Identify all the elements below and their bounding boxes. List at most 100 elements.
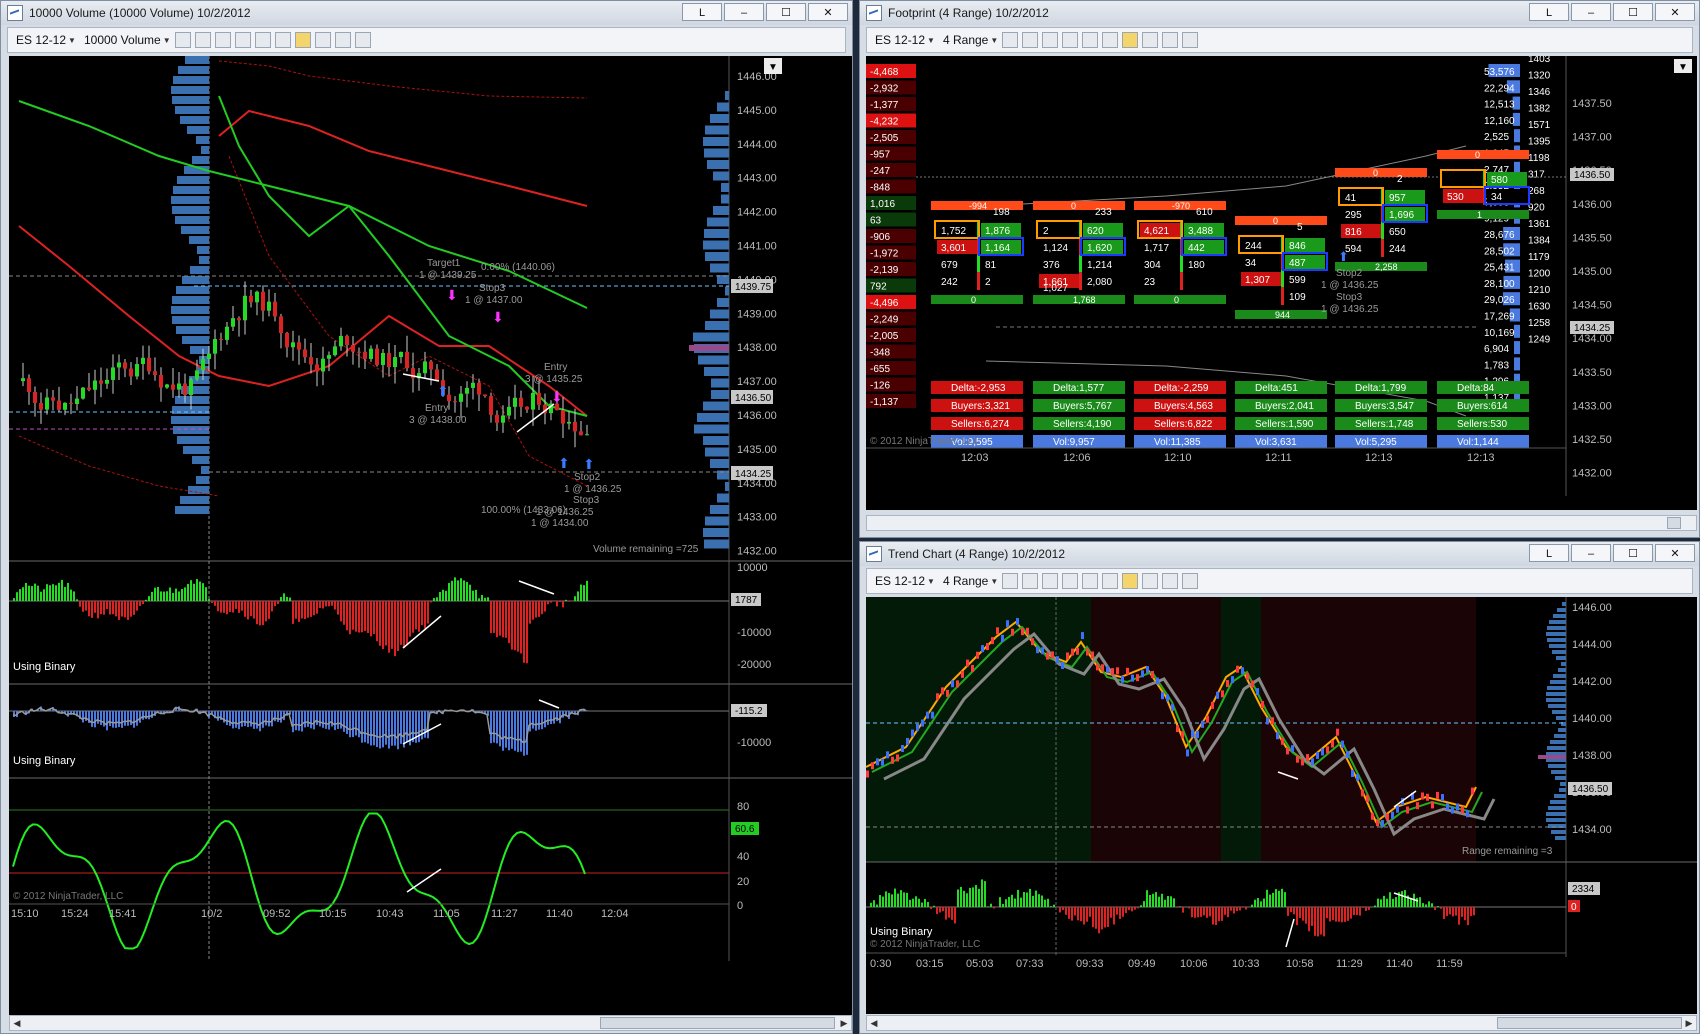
minimize-button[interactable]: – xyxy=(724,3,764,21)
volume-profile-bar xyxy=(182,276,209,284)
indicators-icon[interactable] xyxy=(1122,32,1139,48)
candle-body xyxy=(153,371,157,375)
bar-type-icon[interactable] xyxy=(174,32,191,48)
zoom-out-icon[interactable] xyxy=(234,32,251,48)
bar-type-icon[interactable] xyxy=(1002,573,1019,589)
maximize-button[interactable]: ☐ xyxy=(766,3,806,21)
time-tick-label: 10:43 xyxy=(376,908,404,920)
volume-profile-bar xyxy=(188,486,209,494)
horizontal-scrollbar[interactable]: ◀ ▶ xyxy=(9,1015,852,1031)
properties-icon[interactable] xyxy=(1182,32,1199,48)
histogram-bar xyxy=(1023,892,1025,907)
indicator-tick-label: 10000 xyxy=(737,562,768,574)
title-bar[interactable]: 10000 Volume (10000 Volume) 10/2/2012 L … xyxy=(1,1,852,25)
upper-band-dash xyxy=(218,60,588,99)
histogram-bar xyxy=(1425,904,1427,907)
scroll-left-icon[interactable]: ◀ xyxy=(867,1016,881,1030)
histogram-bar xyxy=(1284,892,1286,907)
scroll-thumb[interactable] xyxy=(1497,1017,1682,1029)
buy-cell-label: 1,164 xyxy=(985,243,1010,254)
crosshair-icon[interactable] xyxy=(1082,32,1099,48)
time-tick-label: 15:41 xyxy=(109,908,137,920)
horizontal-scrollbar[interactable]: ◀ ▶ xyxy=(866,1015,1697,1031)
time-tick-label: 05:03 xyxy=(966,958,994,970)
range-bar xyxy=(961,670,964,678)
count-label: 920 xyxy=(1528,203,1545,214)
instrument-selector[interactable]: ES 12-12 ▼ xyxy=(16,33,76,47)
indicators-icon[interactable] xyxy=(294,32,311,48)
strategies-icon[interactable] xyxy=(1142,573,1159,589)
scroll-thumb[interactable] xyxy=(600,1017,835,1029)
period-selector[interactable]: 4 Range ▼ xyxy=(943,33,998,47)
horizontal-scrollbar[interactable] xyxy=(866,515,1697,531)
data-box-icon[interactable] xyxy=(274,32,291,48)
histogram-bar xyxy=(382,711,384,748)
histogram-bar xyxy=(295,711,297,731)
maximize-button[interactable]: ☐ xyxy=(1613,544,1653,562)
scroll-right-icon[interactable]: ▶ xyxy=(1682,1016,1696,1030)
link-button[interactable]: L xyxy=(1529,544,1569,562)
minimize-button[interactable]: – xyxy=(1571,544,1611,562)
count-label: 1320 xyxy=(1528,71,1551,82)
pencil-icon[interactable] xyxy=(1022,32,1039,48)
close-button[interactable]: ✕ xyxy=(1655,544,1695,562)
instrument-selector[interactable]: ES 12-12 ▼ xyxy=(875,574,935,588)
histogram-bar xyxy=(217,711,219,721)
footprint-panel[interactable]: -4,468 -2,932 -1,377 -4,232 -2,505 -957 -247 -8… xyxy=(866,56,1697,510)
volume-profile-bar xyxy=(196,476,209,484)
histogram-bar xyxy=(262,601,264,626)
chart-trader-icon[interactable] xyxy=(1162,32,1179,48)
histogram-bar xyxy=(1296,907,1298,926)
volume-profile-bar xyxy=(189,236,209,244)
zoom-in-icon[interactable] xyxy=(1042,573,1059,589)
strategies-icon[interactable] xyxy=(314,32,331,48)
histogram-bar xyxy=(283,593,285,601)
histogram-bar xyxy=(160,591,162,601)
zoom-in-icon[interactable] xyxy=(1042,32,1059,48)
minimize-button[interactable]: – xyxy=(1571,3,1611,21)
pencil-icon[interactable] xyxy=(194,32,211,48)
volume-profile-bar xyxy=(1555,836,1566,840)
scroll-thumb[interactable] xyxy=(1667,517,1681,529)
scroll-left-icon[interactable]: ◀ xyxy=(10,1016,24,1030)
properties-icon[interactable] xyxy=(1182,573,1199,589)
volume-profile-bar xyxy=(1552,650,1566,654)
chart-trader-icon[interactable] xyxy=(1162,573,1179,589)
candle-body xyxy=(1079,272,1082,290)
strategies-icon[interactable] xyxy=(1142,32,1159,48)
period-selector[interactable]: 4 Range ▼ xyxy=(943,574,998,588)
pencil-icon[interactable] xyxy=(1022,573,1039,589)
title-bar[interactable]: Trend Chart (4 Range) 10/2/2012 L – ☐ ✕ xyxy=(860,542,1699,566)
indicators-icon[interactable] xyxy=(1122,573,1139,589)
data-box-icon[interactable] xyxy=(1102,32,1119,48)
close-button[interactable]: ✕ xyxy=(808,3,848,21)
zoom-out-icon[interactable] xyxy=(1062,573,1079,589)
price-panel[interactable]: 1446.00 1445.00 1444.00 1443.00 1442.00 1441.… xyxy=(9,56,852,1016)
candle-body xyxy=(501,415,505,423)
bar-type-icon[interactable] xyxy=(1002,32,1019,48)
link-button[interactable]: L xyxy=(682,3,722,21)
maximize-button[interactable]: ☐ xyxy=(1613,3,1653,21)
period-selector[interactable]: 10000 Volume ▼ xyxy=(84,33,171,47)
scroll-right-icon[interactable]: ▶ xyxy=(837,1016,851,1030)
trend-panel[interactable]: 1446.00 1444.00 1442.00 1440.00 1438.00 1436.… xyxy=(866,597,1697,1014)
crosshair-icon[interactable] xyxy=(254,32,271,48)
candle-body xyxy=(219,339,223,341)
chart-trader-icon[interactable] xyxy=(334,32,351,48)
data-box-icon[interactable] xyxy=(1102,573,1119,589)
zoom-out-icon[interactable] xyxy=(1062,32,1079,48)
histogram-bar xyxy=(76,599,78,601)
properties-icon[interactable] xyxy=(354,32,371,48)
crosshair-icon[interactable] xyxy=(1082,573,1099,589)
histogram-bar xyxy=(999,897,1001,907)
candle-body xyxy=(45,397,49,410)
title-bar[interactable]: Footprint (4 Range) 10/2/2012 L – ☐ ✕ xyxy=(860,1,1699,25)
zoom-in-icon[interactable] xyxy=(214,32,231,48)
histogram-bar xyxy=(1437,906,1439,907)
histogram-bar xyxy=(888,893,890,907)
link-button[interactable]: L xyxy=(1529,3,1569,21)
delta-cell-label: -957 xyxy=(870,150,890,161)
instrument-selector[interactable]: ES 12-12 ▼ xyxy=(875,33,935,47)
close-button[interactable]: ✕ xyxy=(1655,3,1695,21)
sell-cell-label: 1,307 xyxy=(1245,275,1270,286)
